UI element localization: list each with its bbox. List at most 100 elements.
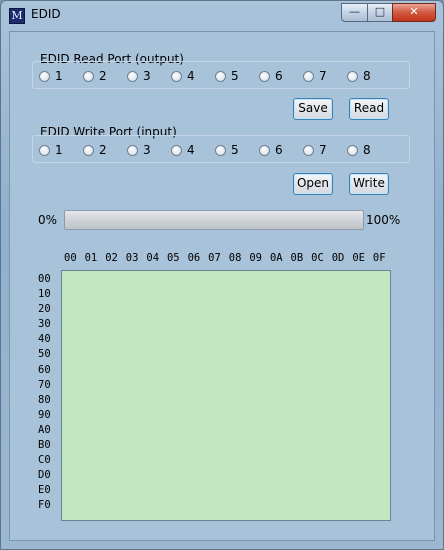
radio-circle: [259, 144, 270, 156]
write-port-group: 1 2 3 4 5 6 7 8: [32, 135, 410, 163]
read-port-radio-6[interactable]: 6: [259, 69, 283, 83]
hex-row-label: E0: [38, 484, 51, 497]
hex-row-label: 30: [38, 318, 51, 331]
read-port-radio-2[interactable]: 2: [83, 69, 107, 83]
radio-label: 8: [363, 69, 371, 83]
radio-label: 3: [143, 143, 151, 157]
hex-row-label: C0: [38, 454, 51, 467]
progress-min-label: 0%: [38, 213, 58, 227]
client-area: EDID Read Port (output) 1 2 3 4 5 6 7 8 …: [9, 31, 435, 541]
radio-label: 3: [143, 69, 151, 83]
hex-row-labels: 00 10 20 30 40 50 60 70 80 90 A0 B0 C0 D0 E0 F0: [38, 272, 60, 514]
hex-column-label: 0E: [352, 252, 365, 264]
hex-row-label: F0: [38, 499, 51, 512]
radio-circle: [83, 144, 94, 156]
hex-column-label: 06: [187, 252, 201, 264]
radio-label: 5: [231, 69, 239, 83]
read-port-radio-3[interactable]: 3: [127, 69, 151, 83]
radio-label: 2: [99, 69, 107, 83]
hex-row-label: B0: [38, 439, 51, 452]
radio-label: 6: [275, 69, 283, 83]
hex-column-label: 0B: [290, 252, 304, 264]
read-port-radio-1[interactable]: 1: [39, 69, 63, 83]
open-button[interactable]: Open: [293, 173, 333, 195]
hex-row-label: 20: [38, 303, 51, 316]
hex-column-label: 04: [146, 252, 160, 264]
write-port-radio-8[interactable]: 8: [347, 143, 371, 157]
hex-column-label: 0A: [269, 252, 283, 264]
hex-row-label: 90: [38, 408, 51, 421]
write-port-radio-2[interactable]: 2: [83, 143, 107, 157]
edid-window: M EDID — □ ✕ EDID Read Port (output) 1 2…: [0, 0, 444, 550]
radio-circle: [171, 70, 182, 82]
hex-row-label: 70: [38, 378, 51, 391]
write-port-radio-6[interactable]: 6: [259, 143, 283, 157]
write-port-radio-3[interactable]: 3: [127, 143, 151, 157]
read-port-radio-5[interactable]: 5: [215, 69, 239, 83]
write-button[interactable]: Write: [349, 173, 389, 195]
hex-row-label: A0: [38, 423, 51, 436]
edid-data-grid[interactable]: [61, 270, 391, 521]
radio-label: 4: [187, 69, 195, 83]
radio-circle: [303, 144, 314, 156]
radio-circle: [347, 144, 358, 156]
radio-circle: [347, 70, 358, 82]
hex-column-label: 01: [84, 252, 98, 264]
radio-circle: [39, 70, 50, 82]
radio-label: 6: [275, 143, 283, 157]
radio-circle: [215, 144, 226, 156]
radio-circle: [215, 70, 226, 82]
hex-column-label: 09: [249, 252, 262, 264]
radio-label: 7: [319, 143, 327, 157]
hex-column-label: 0C: [311, 252, 324, 264]
write-port-radio-1[interactable]: 1: [39, 143, 63, 157]
save-button[interactable]: Save: [293, 98, 333, 120]
hex-column-label: 07: [208, 252, 221, 264]
radio-label: 4: [187, 143, 195, 157]
radio-label: 8: [363, 143, 371, 157]
hex-row-label: 50: [38, 348, 51, 361]
read-button[interactable]: Read: [349, 98, 389, 120]
hex-column-label: 02: [105, 252, 118, 264]
hex-row-label: D0: [38, 469, 51, 482]
read-port-radio-4[interactable]: 4: [171, 69, 195, 83]
hex-row-label: 60: [38, 363, 51, 376]
hex-row-label: 40: [38, 333, 51, 346]
write-port-radio-4[interactable]: 4: [171, 143, 195, 157]
radio-label: 1: [55, 143, 63, 157]
radio-circle: [127, 70, 138, 82]
hex-column-label: 05: [166, 252, 180, 264]
hex-column-label: 0D: [331, 252, 345, 264]
hex-row-label: 80: [38, 393, 51, 406]
hex-column-label: 00: [64, 252, 77, 264]
close-button[interactable]: ✕: [392, 3, 436, 22]
radio-circle: [171, 144, 182, 156]
title-bar[interactable]: M EDID — □ ✕: [1, 1, 443, 31]
write-port-radio-5[interactable]: 5: [215, 143, 239, 157]
hex-row-label: 10: [38, 288, 51, 301]
maximize-button[interactable]: □: [367, 3, 393, 22]
write-port-radio-7[interactable]: 7: [303, 143, 327, 157]
read-port-radio-7[interactable]: 7: [303, 69, 327, 83]
hex-column-label: 08: [228, 252, 242, 264]
hex-column-header: 00 01 02 03 04 05 06 07 08 09 0A 0B 0C 0D 0E 0F: [64, 252, 394, 266]
radio-circle: [39, 144, 50, 156]
minimize-button[interactable]: —: [341, 3, 368, 22]
read-port-radio-8[interactable]: 8: [347, 69, 371, 83]
radio-circle: [127, 144, 138, 156]
hex-column-label: 03: [125, 252, 139, 264]
radio-circle: [303, 70, 314, 82]
app-icon: M: [9, 8, 25, 24]
radio-circle: [259, 70, 270, 82]
progress-max-label: 100%: [366, 213, 401, 227]
radio-label: 1: [55, 69, 63, 83]
radio-label: 7: [319, 69, 327, 83]
radio-label: 2: [99, 143, 107, 157]
window-title: EDID: [31, 7, 61, 21]
hex-column-label: 0F: [372, 252, 386, 264]
radio-circle: [83, 70, 94, 82]
read-port-group: 1 2 3 4 5 6 7 8: [32, 61, 410, 89]
progress-bar: [64, 210, 364, 230]
radio-label: 5: [231, 143, 239, 157]
hex-row-label: 00: [38, 273, 51, 285]
